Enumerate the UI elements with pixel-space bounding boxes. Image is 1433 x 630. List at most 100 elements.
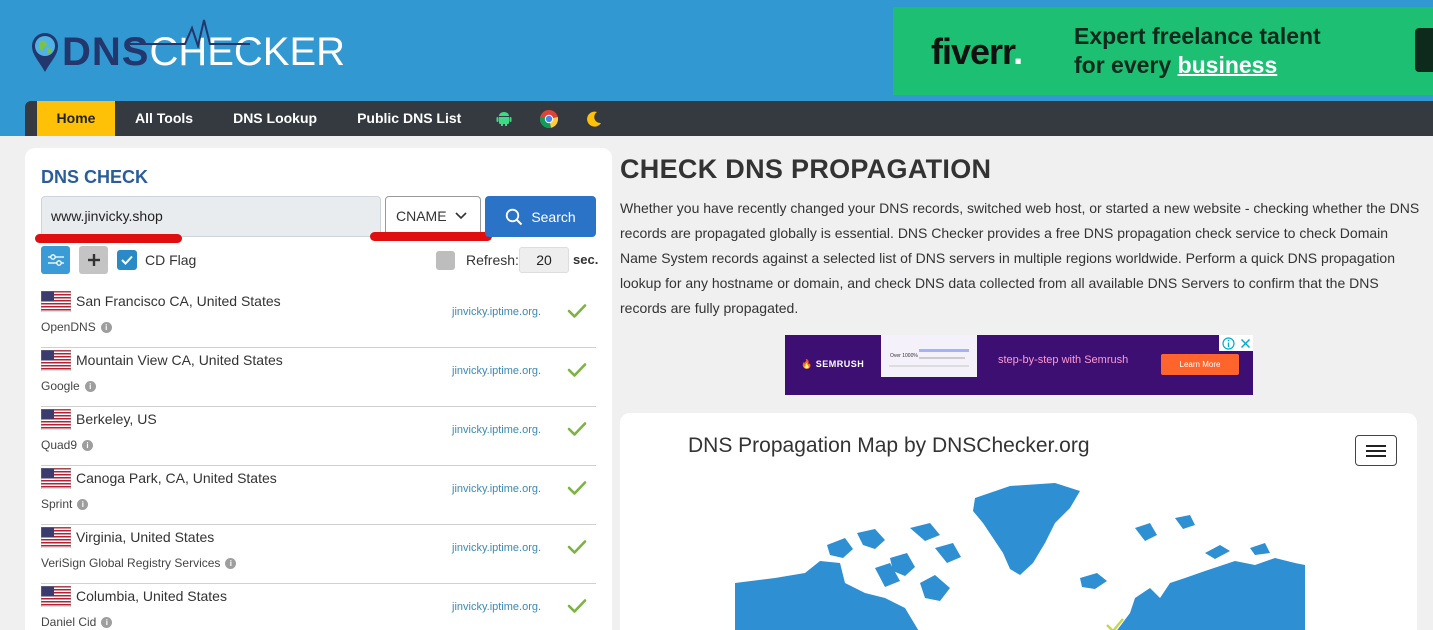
chrome-icon — [539, 109, 558, 128]
server-location: Berkeley, US — [76, 411, 157, 427]
server-result: jinvicky.iptime.org. — [452, 424, 542, 436]
propagation-map-card: DNS Propagation Map by DNSChecker.org — [620, 413, 1417, 630]
refresh-checkbox[interactable] — [436, 251, 455, 270]
android-icon — [496, 111, 512, 126]
globe-pin-icon — [32, 33, 58, 72]
info-icon[interactable]: i — [100, 321, 112, 333]
nav-all-tools[interactable]: All Tools — [115, 101, 213, 136]
semrush-logo: 🔥 SEMRUSH — [801, 359, 865, 369]
site-logo[interactable]: DNSCHECKER — [30, 19, 345, 82]
server-row[interactable]: Canoga Park, CA, United States Sprint i jin… — [41, 466, 596, 525]
fiverr-ad-banner[interactable]: fiverr. Expert freelance talent for ever… — [893, 7, 1433, 95]
map-title: DNS Propagation Map by DNSChecker.org — [688, 434, 1090, 457]
nav-dark-mode-toggle[interactable] — [571, 101, 616, 136]
server-location: Virginia, United States — [76, 529, 215, 545]
dns-check-panel: DNS CHECK www.jinvicky.shop CNAME Search… — [25, 148, 612, 630]
server-row[interactable]: San Francisco CA, United States OpenDNS i j… — [41, 289, 596, 348]
ad-business-link[interactable]: business — [1178, 52, 1278, 78]
us-flag-icon — [41, 527, 71, 548]
check-icon — [567, 363, 587, 377]
info-icon[interactable]: i — [84, 380, 96, 392]
server-row[interactable]: Columbia, United States Daniel Cid i jinvic… — [41, 584, 596, 630]
search-icon — [506, 208, 523, 225]
server-provider: Google i — [41, 379, 96, 393]
search-button[interactable]: Search — [485, 196, 596, 237]
nav-dns-lookup[interactable]: DNS Lookup — [213, 101, 337, 136]
page-description: Whether you have recently changed your D… — [620, 200, 1420, 316]
sliders-icon — [47, 254, 64, 266]
fiverr-logo: fiverr. — [931, 31, 1023, 72]
site-header: DNSCHECKER fiverr. Expert freelance tale… — [0, 0, 1433, 101]
main-nav: Home All Tools DNS Lookup Public DNS Lis… — [0, 101, 1433, 136]
nav-android-app[interactable] — [481, 101, 526, 136]
ad-cta-button[interactable] — [1415, 28, 1433, 72]
ad-info-icon[interactable] — [1221, 336, 1235, 350]
semrush-ad-banner[interactable]: 🔥 SEMRUSH Over 1000% step-by-step with S… — [785, 335, 1253, 395]
hamburger-line — [1366, 444, 1386, 447]
server-results-list: San Francisco CA, United States OpenDNS i j… — [41, 289, 596, 630]
checkmark-icon — [121, 255, 133, 265]
server-provider: Sprint i — [41, 497, 89, 511]
panel-title: DNS CHECK — [41, 167, 149, 187]
check-icon — [567, 540, 587, 554]
us-flag-icon — [41, 468, 71, 489]
cd-flag-label: CD Flag — [145, 252, 197, 268]
check-icon — [567, 304, 587, 318]
server-result: jinvicky.iptime.org. — [452, 483, 542, 495]
add-server-button[interactable] — [79, 246, 108, 274]
nav-chrome-extension[interactable] — [526, 101, 571, 136]
server-row[interactable]: Berkeley, US Quad9 i jinvicky.iptime.org. — [41, 407, 596, 466]
world-map — [735, 483, 1305, 630]
server-result: jinvicky.iptime.org. — [452, 601, 542, 613]
record-type-select[interactable]: CNAME — [385, 196, 481, 237]
server-location: Mountain View CA, United States — [76, 352, 283, 368]
annotation-underline-type — [370, 232, 492, 241]
ad-learn-more-button[interactable]: Learn More — [1161, 354, 1239, 375]
server-provider: VeriSign Global Registry Services i — [41, 556, 237, 570]
moon-icon — [586, 111, 601, 127]
info-icon[interactable]: i — [225, 557, 237, 569]
ad-close-icon[interactable] — [1240, 338, 1251, 349]
ad-screenshot: Over 1000% — [881, 335, 977, 377]
check-icon — [567, 422, 587, 436]
refresh-unit: sec. — [573, 252, 599, 267]
us-flag-icon — [41, 291, 71, 312]
server-location: San Francisco CA, United States — [76, 293, 281, 309]
ad-screenshot-stat: Over 1000% — [890, 353, 918, 359]
chevron-down-icon — [455, 212, 467, 220]
server-location: Columbia, United States — [76, 588, 227, 604]
ad-slogan: step-by-step with Semrush — [998, 354, 1129, 366]
server-provider: Quad9 i — [41, 438, 94, 452]
server-result: jinvicky.iptime.org. — [452, 306, 542, 318]
refresh-interval-input[interactable]: 20 — [519, 247, 569, 273]
server-location: Canoga Park, CA, United States — [76, 470, 277, 486]
hamburger-line — [1366, 449, 1386, 452]
nav-home[interactable]: Home — [37, 101, 115, 136]
ad-choices[interactable] — [1219, 335, 1253, 351]
page-title: CHECK DNS PROPAGATION — [620, 154, 992, 184]
info-icon[interactable]: i — [77, 498, 89, 510]
logo-pulse-line — [130, 19, 250, 48]
cd-flag-checkbox[interactable] — [117, 250, 137, 270]
domain-input[interactable]: www.jinvicky.shop — [41, 196, 381, 237]
check-icon — [567, 481, 587, 495]
server-result: jinvicky.iptime.org. — [452, 365, 542, 377]
server-result: jinvicky.iptime.org. — [452, 542, 542, 554]
info-icon[interactable]: i — [101, 616, 113, 628]
check-icon — [567, 599, 587, 613]
server-provider: OpenDNS i — [41, 320, 112, 334]
server-row[interactable]: Mountain View CA, United States Google i ji… — [41, 348, 596, 407]
nav-public-dns-list[interactable]: Public DNS List — [337, 101, 481, 136]
refresh-label: Refresh: — [466, 252, 519, 268]
annotation-underline-domain — [35, 234, 182, 243]
server-row[interactable]: Virginia, United States VeriSign Global R… — [41, 525, 596, 584]
plus-icon — [87, 254, 100, 266]
ad-subline: for every business — [1074, 52, 1278, 78]
nav-bar: Home All Tools DNS Lookup Public DNS Lis… — [25, 101, 1433, 136]
info-icon[interactable]: i — [82, 439, 94, 451]
server-provider: Daniel Cid i — [41, 615, 113, 629]
ad-headline: Expert freelance talent — [1074, 23, 1321, 49]
us-flag-icon — [41, 350, 71, 371]
filter-settings-button[interactable] — [41, 246, 70, 274]
map-menu-button[interactable] — [1355, 435, 1397, 466]
